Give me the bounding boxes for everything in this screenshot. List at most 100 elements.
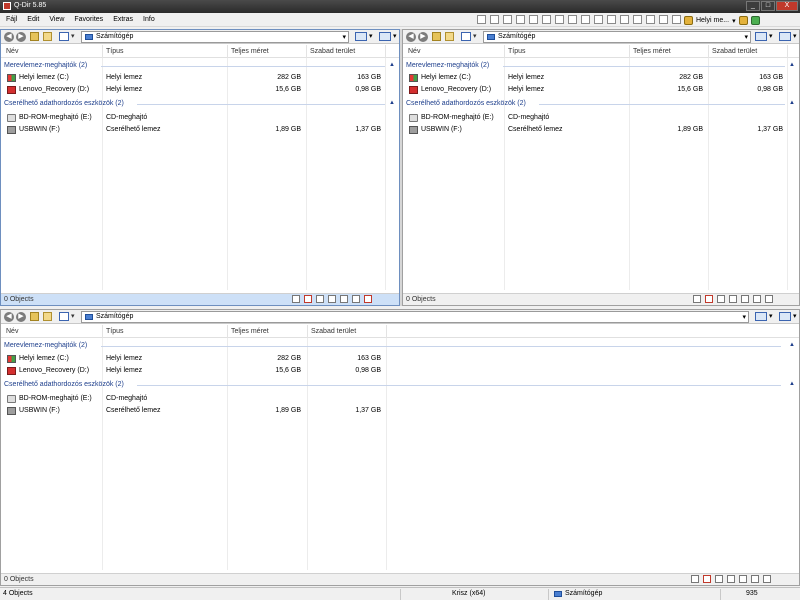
- copy-icon[interactable]: [328, 295, 336, 303]
- column-name[interactable]: Név: [6, 328, 18, 335]
- favorites-icon[interactable]: [445, 32, 454, 41]
- column-name[interactable]: Név: [6, 48, 18, 55]
- group-header-removable[interactable]: Cserélhető adathordozós eszközök (2): [4, 381, 124, 388]
- column-free[interactable]: Szabad terület: [310, 48, 355, 55]
- column-divider[interactable]: [307, 325, 308, 338]
- properties-icon[interactable]: [352, 295, 360, 303]
- collapse-icon[interactable]: ▲: [789, 62, 795, 68]
- layout-11-button[interactable]: [607, 15, 616, 24]
- column-type[interactable]: Típus: [508, 48, 526, 55]
- layout-3-button[interactable]: [503, 15, 512, 24]
- address-input[interactable]: Számítógép ▾: [81, 31, 349, 43]
- cut-icon[interactable]: [316, 295, 324, 303]
- group-header-removable[interactable]: Cserélhető adathordozós eszközök (2): [4, 100, 124, 107]
- layout-14-button[interactable]: [646, 15, 655, 24]
- folder-up-icon[interactable]: [30, 312, 39, 321]
- filter-icon[interactable]: [691, 575, 699, 583]
- pane-layout-button[interactable]: [755, 32, 767, 41]
- close-pane-icon[interactable]: [364, 295, 372, 303]
- object-count[interactable]: 0 Objects: [4, 296, 34, 303]
- table-row[interactable]: Lenovo_Recovery (D:) Helyi lemez 15,6 GB…: [1, 84, 399, 96]
- table-row[interactable]: USBWIN (F:) Cserélhető lemez 1,89 GB 1,3…: [1, 124, 399, 136]
- minimize-button[interactable]: _: [746, 1, 760, 11]
- menu-extras[interactable]: Extras: [113, 16, 133, 23]
- table-row[interactable]: USBWIN (F:) Cserélhető lemez 1,89 GB 1,3…: [403, 124, 799, 136]
- table-row[interactable]: Lenovo_Recovery (D:) Helyi lemez 15,6 GB…: [1, 365, 799, 377]
- pane-layout-alt-button[interactable]: [379, 32, 391, 41]
- column-divider[interactable]: [629, 45, 630, 58]
- filter-icon[interactable]: [693, 295, 701, 303]
- paste-icon[interactable]: [739, 575, 747, 583]
- column-divider[interactable]: [227, 325, 228, 338]
- layout-12-button[interactable]: [620, 15, 629, 24]
- column-divider[interactable]: [227, 45, 228, 58]
- back-button[interactable]: ◀: [406, 32, 416, 42]
- close-button[interactable]: X: [776, 1, 798, 11]
- layout-6-button[interactable]: [542, 15, 551, 24]
- group-header-local[interactable]: Merevlemez-meghajtók (2): [4, 342, 87, 349]
- table-row[interactable]: Helyi lemez (C:) Helyi lemez 282 GB 163 …: [1, 353, 799, 365]
- column-free[interactable]: Szabad terület: [311, 328, 356, 335]
- copy-icon[interactable]: [729, 295, 737, 303]
- column-divider[interactable]: [787, 45, 788, 58]
- address-dropdown[interactable]: ▾: [742, 313, 746, 321]
- pane-layout-alt-button[interactable]: [779, 312, 791, 321]
- column-divider[interactable]: [504, 45, 505, 58]
- collapse-icon[interactable]: ▲: [389, 62, 395, 68]
- paste-icon[interactable]: [741, 295, 749, 303]
- object-count[interactable]: 0 Objects: [4, 576, 34, 583]
- layout-2-button[interactable]: [490, 15, 499, 24]
- star-icon[interactable]: [738, 16, 748, 25]
- menu-edit[interactable]: Edit: [27, 16, 39, 23]
- object-count[interactable]: 0 Objects: [406, 296, 436, 303]
- column-total[interactable]: Teljes méret: [231, 328, 269, 335]
- column-divider[interactable]: [306, 45, 307, 58]
- pane-layout-dropdown[interactable]: ▾: [769, 312, 773, 320]
- pane-layout-button[interactable]: [755, 312, 767, 321]
- forward-button[interactable]: ▶: [16, 312, 26, 322]
- collapse-icon[interactable]: ▲: [789, 100, 795, 106]
- folder-up-icon[interactable]: [432, 32, 441, 41]
- layout-10-button[interactable]: [594, 15, 603, 24]
- view-mode-icon[interactable]: [59, 312, 69, 321]
- group-header-removable[interactable]: Cserélhető adathordozós eszközök (2): [406, 100, 526, 107]
- group-header-local[interactable]: Merevlemez-meghajtók (2): [406, 62, 489, 69]
- pane-layout-alt-dropdown[interactable]: ▾: [393, 32, 397, 40]
- properties-icon[interactable]: [751, 575, 759, 583]
- column-divider[interactable]: [386, 325, 387, 338]
- cut-icon[interactable]: [715, 575, 723, 583]
- view-mode-dropdown[interactable]: ▾: [71, 312, 75, 320]
- menu-info[interactable]: Info: [143, 16, 155, 23]
- address-dropdown[interactable]: ▾: [744, 33, 748, 41]
- pane-layout-dropdown[interactable]: ▾: [769, 32, 773, 40]
- column-divider[interactable]: [385, 45, 386, 58]
- view-mode-dropdown[interactable]: ▾: [473, 32, 477, 40]
- refresh-icon[interactable]: [750, 16, 760, 25]
- table-row[interactable]: Helyi lemez (C:) Helyi lemez 282 GB 163 …: [1, 72, 399, 84]
- column-type[interactable]: Típus: [106, 328, 124, 335]
- close-pane-icon[interactable]: [763, 575, 771, 583]
- folder-up-icon[interactable]: [30, 32, 39, 41]
- maximize-button[interactable]: □: [761, 1, 775, 11]
- column-divider[interactable]: [102, 325, 103, 338]
- delete-icon[interactable]: [703, 575, 711, 583]
- delete-icon[interactable]: [304, 295, 312, 303]
- forward-button[interactable]: ▶: [418, 32, 428, 42]
- table-row[interactable]: BD-ROM-meghajtó (E:) CD-meghajtó: [1, 112, 399, 124]
- favorites-icon[interactable]: [43, 32, 52, 41]
- table-row[interactable]: BD-ROM-meghajtó (E:) CD-meghajtó: [403, 112, 799, 124]
- column-total[interactable]: Teljes méret: [633, 48, 671, 55]
- column-name[interactable]: Név: [408, 48, 420, 55]
- table-row[interactable]: BD-ROM-meghajtó (E:) CD-meghajtó: [1, 393, 799, 405]
- collapse-icon[interactable]: ▲: [789, 381, 795, 387]
- close-pane-icon[interactable]: [765, 295, 773, 303]
- column-divider[interactable]: [708, 45, 709, 58]
- delete-icon[interactable]: [705, 295, 713, 303]
- properties-icon[interactable]: [753, 295, 761, 303]
- column-total[interactable]: Teljes méret: [231, 48, 269, 55]
- back-button[interactable]: ◀: [4, 312, 14, 322]
- layout-4-button[interactable]: [516, 15, 525, 24]
- view-mode-dropdown[interactable]: ▾: [71, 32, 75, 40]
- pane-layout-button[interactable]: [355, 32, 367, 41]
- copy-icon[interactable]: [727, 575, 735, 583]
